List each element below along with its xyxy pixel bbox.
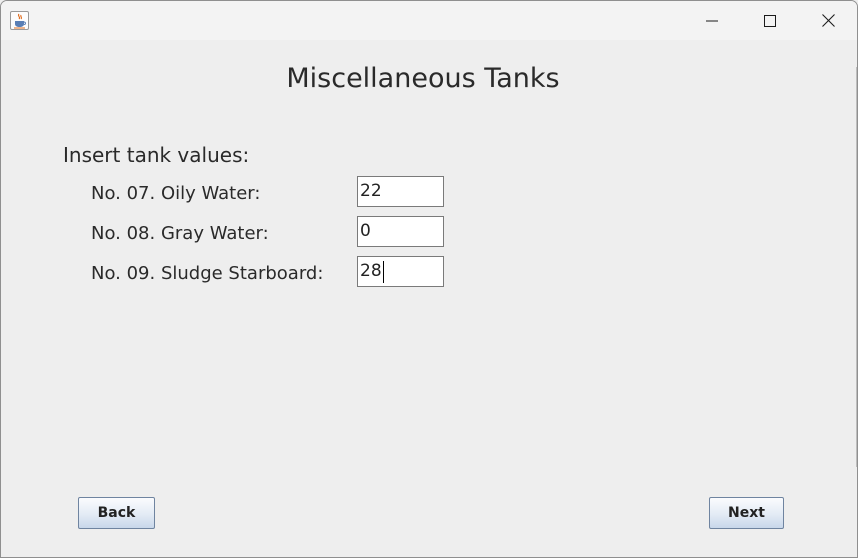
tank-07-label: No. 07. Oily Water:	[91, 183, 261, 204]
close-button[interactable]	[799, 1, 857, 40]
maximize-icon	[764, 14, 776, 27]
tank-09-value: 28	[360, 261, 382, 281]
section-label: Insert tank values:	[63, 143, 250, 167]
application-window: Miscellaneous Tanks Insert tank values: …	[0, 0, 858, 558]
back-button[interactable]: Back	[78, 497, 155, 529]
text-caret	[382, 260, 384, 283]
tank-09-input[interactable]: 28	[357, 256, 444, 287]
tank-09-label: No. 09. Sludge Starboard:	[91, 263, 324, 284]
tank-08-value: 0	[360, 221, 371, 241]
tank-08-label: No. 08. Gray Water:	[91, 223, 269, 244]
page-title: Miscellaneous Tanks	[286, 63, 560, 94]
tank-08-input[interactable]: 0	[357, 216, 444, 247]
close-icon	[821, 14, 835, 27]
tank-07-value: 22	[360, 181, 382, 201]
minimize-icon	[706, 20, 718, 21]
minimize-button[interactable]	[683, 1, 741, 40]
java-coffee-cup-icon[interactable]	[10, 11, 29, 30]
next-button[interactable]: Next	[709, 497, 784, 529]
tank-07-input[interactable]: 22	[357, 176, 444, 207]
title-bar[interactable]	[1, 1, 857, 40]
maximize-button[interactable]	[741, 1, 799, 40]
